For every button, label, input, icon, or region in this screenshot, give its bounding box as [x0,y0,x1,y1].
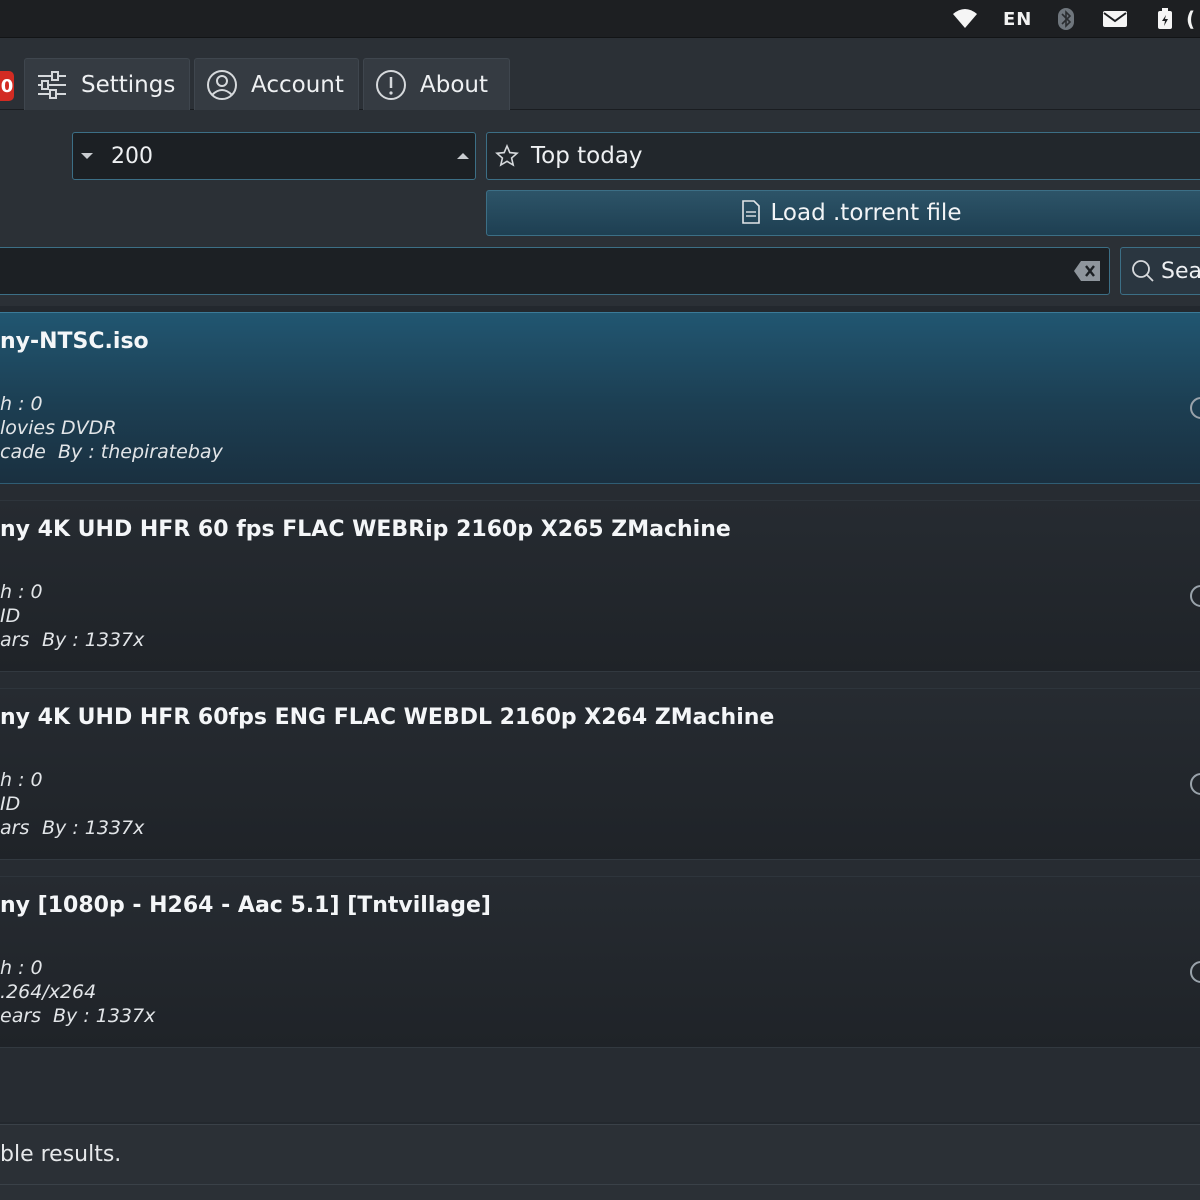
result-source: By : 1337x [53,1005,156,1027]
tab-about-label: About [420,71,489,98]
search-button[interactable]: Sea [1120,247,1200,295]
tab-about[interactable]: About [363,58,510,110]
result-source: By : 1337x [42,629,145,651]
results-list: ny-NTSC.iso h : 0 lovies DVDR cade By : … [0,312,1200,1122]
search-icon [1131,259,1155,283]
increment-arrow-icon[interactable] [457,153,469,159]
result-source: By : 1337x [42,817,145,839]
file-icon [741,200,763,226]
load-torrent-file-label: Load .torrent file [770,200,962,226]
result-title: ny 4K UHD HFR 60fps ENG FLAC WEBDL 2160p… [0,705,775,730]
status-ring-icon[interactable] [1190,961,1200,983]
clear-search-icon[interactable] [1073,260,1101,282]
tab-account[interactable]: Account [194,58,359,110]
result-title: ny-NTSC.iso [0,329,149,354]
result-row[interactable]: ny [1080p - H264 - Aac 5.1] [Tntvillage]… [0,876,1200,1048]
status-bar: ble results. [0,1124,1200,1184]
keyboard-language-indicator[interactable]: EN [1003,0,1032,38]
star-icon [495,143,521,169]
status-ring-icon[interactable] [1190,397,1200,419]
bottom-divider [0,1184,1200,1200]
decrement-arrow-icon[interactable] [81,153,93,159]
load-torrent-file-button[interactable]: Load .torrent file [486,190,1200,236]
status-text: ble results. [0,1142,122,1167]
result-seeds-line: h : 0 [0,769,43,791]
result-seeds-line: h : 0 [0,393,43,415]
info-icon [374,68,408,102]
sliders-icon [35,68,69,102]
result-category: ID [0,605,21,627]
sort-dropdown[interactable]: Top today [486,132,1200,180]
result-row[interactable]: ny 4K UHD HFR 60 fps FLAC WEBRip 2160p X… [0,500,1200,672]
mail-icon[interactable] [1102,0,1128,38]
notification-badge: 0 [0,71,14,101]
system-top-bar: EN ( [0,0,1200,38]
battery-icon[interactable] [1155,0,1175,38]
result-age: ars [0,817,30,839]
search-controls: 200 Top today Load .torrent file Sea [0,110,1200,306]
tab-settings-label: Settings [81,71,176,98]
result-category: .264/x264 [0,981,97,1003]
wifi-icon[interactable] [952,0,978,38]
result-age: ars [0,629,30,651]
result-age: ears [0,1005,42,1027]
clock-indicator-partial[interactable]: ( [1186,0,1195,38]
result-row[interactable]: ny-NTSC.iso h : 0 lovies DVDR cade By : … [0,312,1200,484]
results-count-spinbox[interactable]: 200 [72,132,476,180]
result-category: lovies DVDR [0,417,117,439]
result-seeds-line: h : 0 [0,957,43,979]
status-ring-icon[interactable] [1190,585,1200,607]
tab-settings[interactable]: Settings [24,58,190,110]
search-input[interactable] [0,247,1110,295]
bluetooth-icon[interactable] [1057,0,1075,38]
sort-dropdown-value: Top today [531,143,643,169]
result-row[interactable]: ny 4K UHD HFR 60fps ENG FLAC WEBDL 2160p… [0,688,1200,860]
status-ring-icon[interactable] [1190,773,1200,795]
result-seeds-line: h : 0 [0,581,43,603]
result-age: cade [0,441,46,463]
result-title: ny 4K UHD HFR 60 fps FLAC WEBRip 2160p X… [0,517,731,542]
result-category: ID [0,793,21,815]
result-source: By : thepiratebay [58,441,223,463]
tab-account-label: Account [251,71,344,98]
user-icon [205,68,239,102]
search-button-label: Sea [1161,258,1200,284]
results-count-value: 200 [111,143,153,169]
tab-bar: 0 Settings Account About [0,38,1200,110]
result-title: ny [1080p - H264 - Aac 5.1] [Tntvillage] [0,893,491,918]
